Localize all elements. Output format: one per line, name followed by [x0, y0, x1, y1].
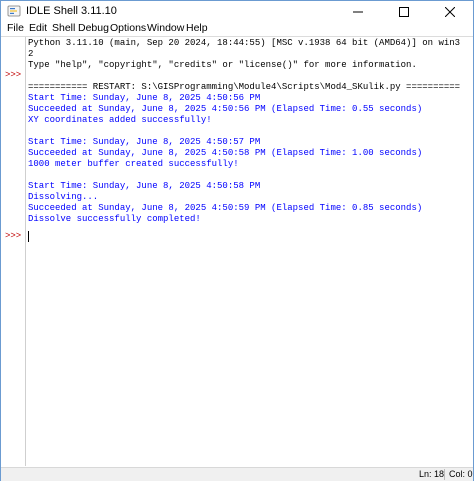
- shell-line: Start Time: Sunday, June 8, 2025 4:50:56…: [28, 93, 261, 103]
- window-title: IDLE Shell 3.11.10: [26, 5, 117, 17]
- menu-shell[interactable]: Shell: [52, 22, 75, 36]
- maximize-button[interactable]: [381, 1, 427, 22]
- shell-line: =========== RESTART: S:\GISProgramming\M…: [28, 82, 461, 92]
- minimize-icon: [353, 11, 363, 12]
- shell-line: Dissolve successfully completed!: [28, 214, 201, 224]
- shell-line: Start Time: Sunday, June 8, 2025 4:50:57…: [28, 137, 261, 147]
- maximize-icon: [399, 6, 409, 17]
- shell-output-area[interactable]: Python 3.11.10 (main, Sep 20 2024, 18:44…: [28, 37, 471, 466]
- menu-bar: File Edit Shell Debug Options Window Hel…: [1, 22, 473, 36]
- shell-line: Succeeded at Sunday, June 8, 2025 4:50:5…: [28, 104, 423, 114]
- line-number-status: Ln: 18: [419, 469, 445, 479]
- shell-line: Succeeded at Sunday, June 8, 2025 4:50:5…: [28, 203, 423, 213]
- prompt-marker: >>>: [5, 70, 22, 80]
- status-separator: [444, 469, 445, 480]
- close-button[interactable]: [427, 1, 473, 22]
- minimize-button[interactable]: [335, 1, 381, 22]
- close-icon: [445, 6, 455, 17]
- shell-line: Start Time: Sunday, June 8, 2025 4:50:58…: [28, 181, 261, 191]
- shell-line: 1000 meter buffer created successfully!: [28, 159, 239, 169]
- shell-line: Python 3.11.10 (main, Sep 20 2024, 18:44…: [28, 38, 461, 48]
- gutter-divider: [25, 37, 26, 466]
- menu-debug[interactable]: Debug: [78, 22, 109, 36]
- title-bar[interactable]: IDLE Shell 3.11.10: [1, 1, 473, 22]
- menu-options[interactable]: Options: [110, 22, 146, 36]
- status-bar: Ln: 18 Col: 0: [1, 467, 473, 481]
- shell-line: Succeeded at Sunday, June 8, 2025 4:50:5…: [28, 148, 423, 158]
- shell-line: XY coordinates added successfully!: [28, 115, 212, 125]
- idle-app-icon: [7, 5, 21, 17]
- shell-line: Dissolving...: [28, 192, 99, 202]
- prompt-gutter: >>> >>>: [1, 37, 25, 466]
- menu-edit[interactable]: Edit: [29, 22, 47, 36]
- text-cursor: [28, 231, 29, 242]
- menu-file[interactable]: File: [7, 22, 24, 36]
- shell-line: 2: [28, 49, 34, 59]
- prompt-marker: >>>: [5, 231, 22, 241]
- menu-help[interactable]: Help: [186, 22, 208, 36]
- column-number-status: Col: 0: [449, 469, 473, 479]
- shell-line: Type "help", "copyright", "credits" or "…: [28, 60, 417, 70]
- menu-window[interactable]: Window: [147, 22, 184, 36]
- idle-shell-window: IDLE Shell 3.11.10 File Edit Shell Debug…: [0, 0, 474, 481]
